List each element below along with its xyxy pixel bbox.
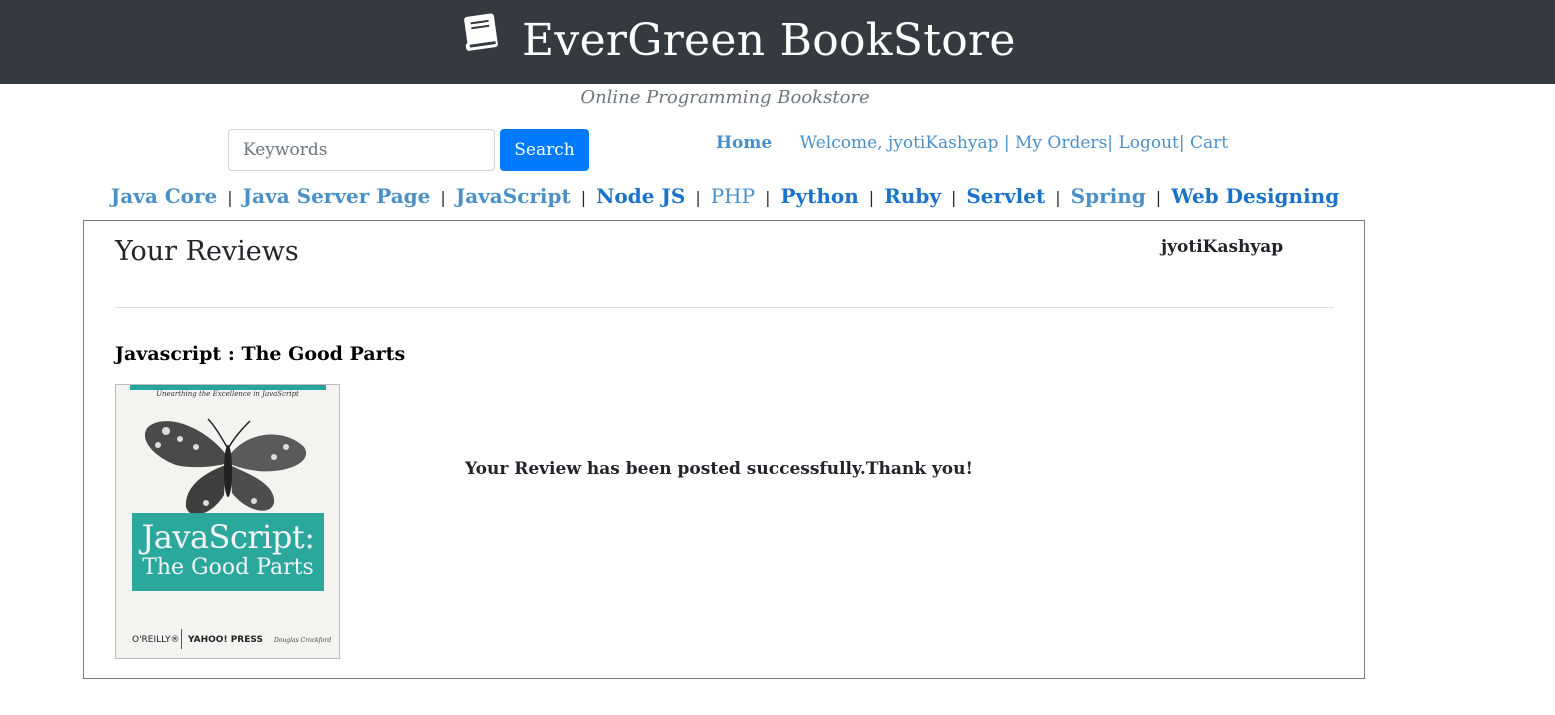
butterfly-illustration [144,418,307,515]
divider [115,307,1334,308]
review-username: jyotiKashyap [1161,237,1284,257]
category-separator: | [1055,188,1061,207]
category-web-designing[interactable]: Web Designing [1171,184,1339,208]
category-servlet[interactable]: Servlet [966,184,1045,208]
reviews-card: Your Reviews jyotiKashyap Javascript : T… [83,220,1365,679]
logout-link[interactable]: Logout [1118,133,1178,153]
nav-separator: | [1178,133,1185,153]
category-nav: Java Core | Java Server Page | JavaScript | No… [0,182,1450,212]
category-separator: | [227,188,233,207]
reviews-heading: Your Reviews [115,236,299,267]
cover-title-plate: JavaScript: The Good Parts [132,513,324,591]
cover-subtitle: Unearthing the Excellence in JavaScript [156,390,299,398]
category-separator: | [440,188,446,207]
cover-title-line2: The Good Parts [142,555,314,580]
search-input[interactable] [228,129,495,171]
nav-separator: | [1003,133,1010,153]
top-header-bar: EverGreen BookStore [0,0,1555,84]
category-ruby[interactable]: Ruby [884,184,941,208]
cart-link[interactable]: Cart [1190,133,1228,153]
nav-separator: | [1107,133,1114,153]
user-nav: Home Welcome, jyotiKashyap | My Orders| … [716,131,1228,155]
welcome-link[interactable]: Welcome, jyotiKashyap [800,133,999,153]
category-spring[interactable]: Spring [1071,184,1146,208]
category-separator: | [765,188,771,207]
cover-author: Douglas Crockford [274,637,332,644]
category-separator: | [1155,188,1162,207]
cover-partner: YAHOO! PRESS [188,635,263,645]
category-separator: | [580,188,587,207]
category-python[interactable]: Python [780,184,858,208]
cover-publisher-separator [181,629,182,649]
review-success-message: Your Review has been posted successfully… [465,459,973,479]
category-javascript[interactable]: JavaScript [456,184,571,208]
category-java-server-page[interactable]: Java Server Page [243,184,431,208]
cover-title-line1: JavaScript: [141,518,315,556]
category-php[interactable]: PHP [711,184,755,208]
site-title[interactable]: EverGreen BookStore [522,12,1016,70]
book-icon [464,13,498,51]
my-orders-link[interactable]: My Orders [1015,133,1107,153]
category-separator: | [950,188,957,207]
cover-publisher: O'REILLY® [132,635,180,645]
category-java-core[interactable]: Java Core [111,184,217,208]
book-cover-image: Unearthing the Excellence in JavaScript … [115,384,340,659]
category-node-js[interactable]: Node JS [596,184,685,208]
book-title: Javascript : The Good Parts [115,343,406,365]
category-separator: | [695,188,701,207]
site-tagline: Online Programming Bookstore [580,87,870,108]
home-link[interactable]: Home [716,133,772,153]
category-separator: | [868,188,875,207]
search-button[interactable]: Search [500,129,589,171]
